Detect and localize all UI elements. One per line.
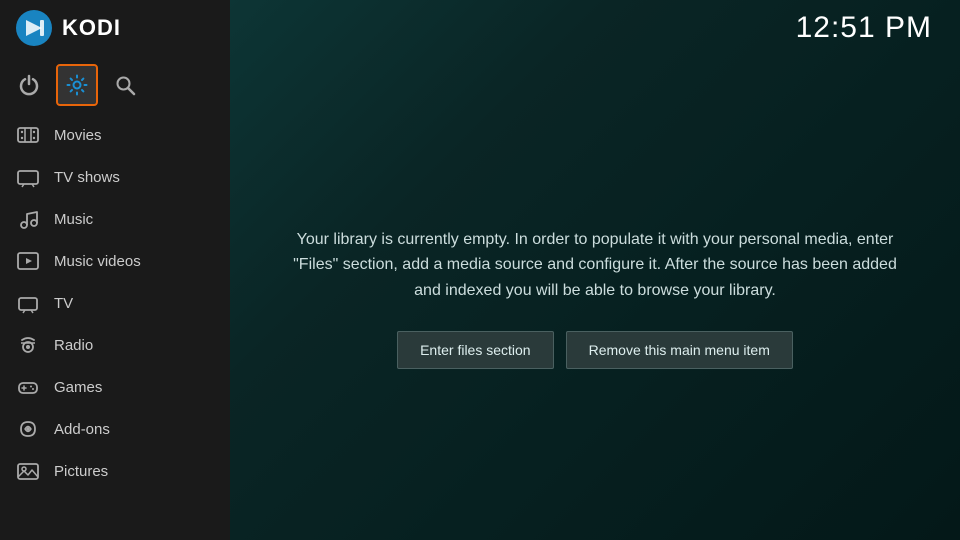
sidebar-item-add-ons-label: Add-ons (54, 421, 110, 438)
sidebar-item-tv[interactable]: TV (0, 282, 230, 324)
empty-library-message: Your library is currently empty. In orde… (290, 227, 900, 304)
radio-icon (16, 333, 40, 357)
remove-menu-item-button[interactable]: Remove this main menu item (566, 331, 793, 369)
sidebar-item-music-videos[interactable]: Music videos (0, 240, 230, 282)
tv-icon (16, 291, 40, 315)
sidebar-icon-bar (0, 56, 230, 114)
tv-shows-icon (16, 165, 40, 189)
movies-icon (16, 123, 40, 147)
settings-icon (66, 74, 88, 96)
content-area: Your library is currently empty. In orde… (230, 56, 960, 540)
sidebar-item-music-label: Music (54, 211, 93, 228)
sidebar-item-music-videos-label: Music videos (54, 253, 141, 270)
sidebar-item-pictures-label: Pictures (54, 463, 108, 480)
music-icon (16, 207, 40, 231)
sidebar-item-music[interactable]: Music (0, 198, 230, 240)
search-button[interactable] (104, 64, 146, 106)
action-buttons: Enter files section Remove this main men… (397, 331, 793, 369)
sidebar-item-radio[interactable]: Radio (0, 324, 230, 366)
sidebar-header: KODI (0, 0, 230, 56)
power-button[interactable] (8, 64, 50, 106)
sidebar-item-games[interactable]: Games (0, 366, 230, 408)
enter-files-button[interactable]: Enter files section (397, 331, 554, 369)
main-content: 12:51 PM Your library is currently empty… (230, 0, 960, 540)
sidebar: KODI (0, 0, 230, 540)
music-videos-icon (16, 249, 40, 273)
kodi-logo-icon (16, 10, 52, 46)
sidebar-item-tv-shows[interactable]: TV shows (0, 156, 230, 198)
sidebar-item-tv-shows-label: TV shows (54, 169, 120, 186)
sidebar-item-radio-label: Radio (54, 337, 93, 354)
search-icon (114, 74, 136, 96)
sidebar-item-pictures[interactable]: Pictures (0, 450, 230, 492)
nav-menu: Movies TV shows Music (0, 114, 230, 540)
kodi-title: KODI (62, 15, 121, 41)
pictures-icon (16, 459, 40, 483)
sidebar-item-tv-label: TV (54, 295, 73, 312)
clock-display: 12:51 PM (796, 11, 932, 45)
sidebar-item-games-label: Games (54, 379, 102, 396)
sidebar-item-movies-label: Movies (54, 127, 102, 144)
top-bar: 12:51 PM (230, 0, 960, 56)
add-ons-icon (16, 417, 40, 441)
sidebar-item-movies[interactable]: Movies (0, 114, 230, 156)
settings-button[interactable] (56, 64, 98, 106)
power-icon (18, 74, 40, 96)
sidebar-item-add-ons[interactable]: Add-ons (0, 408, 230, 450)
games-icon (16, 375, 40, 399)
